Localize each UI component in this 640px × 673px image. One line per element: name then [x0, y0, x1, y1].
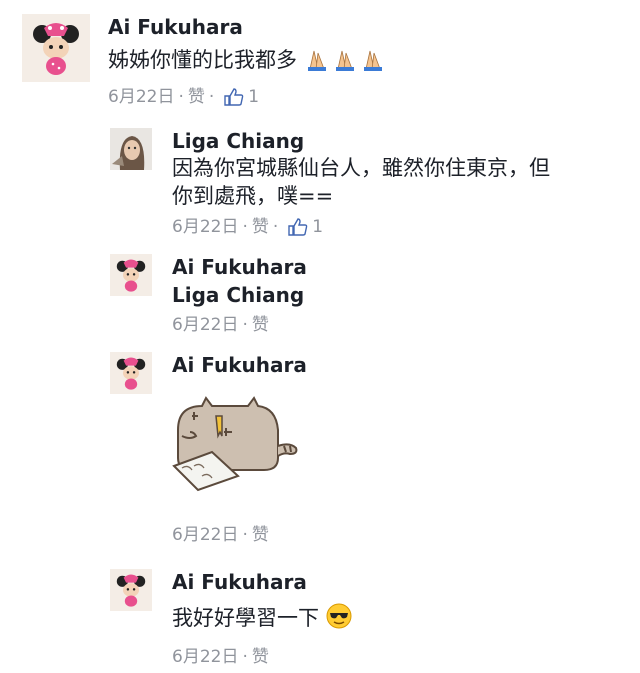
comment-meta: 6月22日 · 赞 · 1 [108, 86, 388, 108]
minnie-avatar-icon [110, 254, 152, 296]
comment-author[interactable]: Ai Fukuhara [108, 14, 388, 40]
pusheen-writing-sticker[interactable] [172, 396, 302, 496]
avatar[interactable] [110, 128, 152, 170]
comment-author[interactable]: Ai Fukuhara [172, 569, 352, 595]
comment-date[interactable]: 6月22日 [108, 86, 174, 108]
user-photo-avatar-icon [110, 128, 152, 170]
comment-1: Ai Fukuhara 姊姊你懂的比我都多 6月22日 · 赞 · 1 [22, 14, 622, 114]
comment-author[interactable]: Ai Fukuhara [172, 352, 307, 378]
avatar[interactable] [110, 254, 152, 296]
separator-dot: · [272, 217, 279, 237]
separator-dot: · [178, 87, 184, 107]
comment-text: 姊姊你懂的比我都多 [108, 48, 297, 72]
avatar[interactable] [110, 569, 152, 611]
comment-date[interactable]: 6月22日 [172, 314, 238, 336]
comment-5: Ai Fukuhara 我好好學習一下 6月22日 · 赞 [110, 569, 630, 669]
minnie-avatar-icon [22, 14, 90, 82]
comment-text-row: 姊姊你懂的比我都多 [108, 46, 388, 78]
like-count[interactable]: 1 [312, 216, 323, 238]
separator-dot: · [242, 315, 248, 335]
separator-dot: · [208, 87, 215, 107]
comment-text-line-2: 你到處飛，噗== [172, 184, 334, 208]
folded-hands-icon [304, 47, 388, 78]
avatar[interactable] [22, 14, 90, 82]
avatar[interactable] [110, 352, 152, 394]
separator-dot: · [242, 647, 248, 667]
cool-sunglasses-emoji [326, 603, 352, 636]
like-button[interactable]: 赞 [252, 314, 269, 336]
comment-text-line-1: 因為你宮城縣仙台人，雖然你住東京，但 [172, 156, 550, 180]
minnie-avatar-icon [110, 352, 152, 394]
comment-2: Liga Chiang 因為你宮城縣仙台人，雖然你住東京，但 你到處飛，噗== … [110, 128, 630, 238]
comment-meta: 6月22日 · 赞 [172, 646, 352, 668]
comment-text-row: 我好好學習一下 [172, 603, 352, 636]
comment-3: Ai Fukuhara Liga Chiang 6月22日 · 赞 [110, 254, 630, 339]
comment-date[interactable]: 6月22日 [172, 646, 238, 668]
comment-author[interactable]: Liga Chiang [172, 128, 550, 154]
like-button[interactable]: 赞 [252, 524, 269, 546]
thumbs-up-icon [288, 218, 308, 236]
mention-link[interactable]: Liga Chiang [172, 282, 307, 308]
like-count[interactable]: 1 [248, 86, 259, 108]
separator-dot: · [242, 217, 248, 237]
comment-4: Ai Fukuhara 6月22日 · 赞 [110, 352, 630, 557]
comment-meta: 6月22日 · 赞 [172, 524, 307, 546]
comment-text: 我好好學習一下 [172, 606, 319, 630]
comment-date[interactable]: 6月22日 [172, 524, 238, 546]
comment-meta: 6月22日 · 赞 [172, 314, 307, 336]
like-button[interactable]: 赞 [188, 86, 205, 108]
like-button[interactable]: 赞 [252, 646, 269, 668]
comment-date[interactable]: 6月22日 [172, 216, 238, 238]
thumbs-up-icon [224, 88, 244, 106]
comment-meta: 6月22日 · 赞 · 1 [172, 216, 550, 238]
separator-dot: · [242, 525, 248, 545]
minnie-avatar-icon [110, 569, 152, 611]
comment-author[interactable]: Ai Fukuhara [172, 254, 307, 280]
like-button[interactable]: 赞 [252, 216, 269, 238]
